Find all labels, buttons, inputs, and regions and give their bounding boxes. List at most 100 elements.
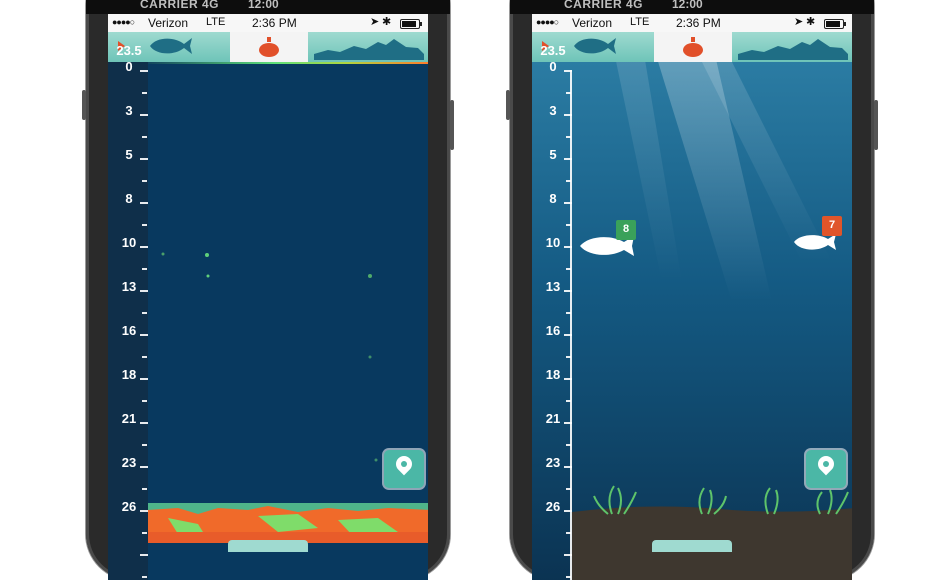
bottom-handle[interactable] [652, 540, 732, 552]
carrier-label: CARRIER 4G [564, 0, 644, 11]
scale-tick [140, 246, 148, 248]
phone-frame-left: CARRIER 4G 12:00 ●●●●○ Verizon LTE 2:36 … [82, 0, 454, 580]
scale-tick [142, 576, 147, 578]
app-screen-right: ●●●●○ Verizon LTE 2:36 PM ➤ ✱ 8 7 23.5 0… [532, 14, 852, 580]
status-bar: ●●●●○ Verizon LTE 2:36 PM ➤ ✱ [108, 14, 428, 32]
scale-tick [142, 312, 147, 314]
scale-tick [566, 576, 571, 578]
scale-tick [142, 136, 147, 138]
scale-tick [564, 246, 572, 248]
scale-tick [142, 444, 147, 446]
scale-tick [140, 158, 148, 160]
sonar-view-raw[interactable]: 23.5 0 3 5 8 10 13 16 18 21 23 26 [108, 44, 428, 580]
max-depth-label: 23.5 [540, 43, 566, 58]
scale-tick [140, 554, 148, 556]
location-icon: ➤ [794, 16, 804, 28]
status-time: 2:36 PM [252, 16, 297, 30]
carrier-label: CARRIER 4G [140, 0, 220, 11]
scale-tick [564, 114, 572, 116]
status-network: LTE [630, 16, 650, 28]
scale-tick [140, 334, 148, 336]
scale-tick [566, 488, 571, 490]
add-marker-button[interactable] [806, 450, 846, 488]
fish-depth-badge: 8 [616, 220, 636, 240]
scale-tick [140, 290, 148, 292]
scale-tick [142, 356, 147, 358]
carrier-bar: CARRIER 4G 12:00 [510, 0, 874, 14]
battery-icon [824, 19, 846, 29]
scale-tick [142, 92, 147, 94]
max-depth-label: 23.5 [116, 43, 142, 58]
status-time: 2:36 PM [676, 16, 721, 30]
scale-tick [564, 554, 572, 556]
volume-button [82, 90, 86, 120]
scale-tick [566, 136, 571, 138]
scale-tick [140, 202, 148, 204]
tab-deeper-device[interactable] [230, 32, 308, 62]
tab-deeper-device[interactable] [654, 32, 732, 62]
signal-icon: ●●●●○ [112, 17, 135, 27]
scale-tick [564, 70, 572, 72]
depth-scale: 23.5 0 3 5 8 10 13 16 18 21 23 26 [108, 44, 148, 580]
location-icon: ➤ [370, 16, 380, 28]
scale-tick [566, 312, 571, 314]
status-bar: ●●●●○ Verizon LTE 2:36 PM ➤ ✱ [532, 14, 852, 32]
status-carrier: Verizon [572, 16, 613, 30]
scale-tick [140, 378, 148, 380]
power-button [450, 100, 454, 150]
location-pin-icon [392, 452, 416, 476]
scale-tick [566, 180, 571, 182]
location-pin-icon [814, 452, 838, 476]
scale-tick [140, 114, 148, 116]
bluetooth-icon: ✱ [382, 16, 392, 28]
scale-tick [564, 510, 572, 512]
scale-tick [566, 224, 571, 226]
scale-tick [566, 268, 571, 270]
sonar-drop-icon [259, 37, 279, 57]
sonar-view-fish[interactable]: 8 7 23.5 0 3 5 8 10 13 16 18 21 23 26 [532, 44, 852, 580]
view-tabs [108, 32, 428, 62]
scale-tick [566, 400, 571, 402]
scale-tick [140, 422, 148, 424]
view-tabs [532, 32, 852, 62]
status-carrier: Verizon [148, 16, 189, 30]
scale-tick [564, 202, 572, 204]
signal-icon: ●●●●○ [536, 17, 559, 27]
carrier-time: 12:00 [248, 0, 279, 11]
scale-tick [140, 466, 148, 468]
power-button [874, 100, 878, 150]
carrier-time: 12:00 [672, 0, 703, 11]
fish-icon [150, 38, 192, 54]
scale-tick [142, 268, 147, 270]
volume-button [506, 90, 510, 120]
status-network: LTE [206, 16, 226, 28]
tab-bottom-profile[interactable] [308, 32, 428, 62]
fish-depth-badge: 7 [822, 216, 842, 236]
scale-tick [564, 466, 572, 468]
bluetooth-icon: ✱ [806, 16, 816, 28]
phone-frame-right: CARRIER 4G 12:00 ●●●●○ Verizon LTE 2:36 … [506, 0, 878, 580]
scale-tick [566, 444, 571, 446]
app-screen-left: ●●●●○ Verizon LTE 2:36 PM ➤ ✱ 23.5 0 3 5… [108, 14, 428, 580]
scale-tick [566, 356, 571, 358]
scale-tick [564, 158, 572, 160]
scale-tick [564, 378, 572, 380]
underwater-scene [532, 62, 852, 580]
depth-scale: 23.5 0 3 5 8 10 13 16 18 21 23 26 [532, 44, 572, 580]
tab-bottom-profile[interactable] [732, 32, 852, 62]
sonar-display [108, 62, 428, 580]
scale-tick [142, 400, 147, 402]
scale-tick [566, 92, 571, 94]
terrain-icon [738, 39, 848, 60]
terrain-icon [314, 39, 424, 60]
sonar-drop-icon [683, 37, 703, 57]
carrier-bar: CARRIER 4G 12:00 [86, 0, 450, 14]
scale-tick [564, 290, 572, 292]
bottom-handle[interactable] [228, 540, 308, 552]
fish-icon [574, 38, 616, 54]
add-marker-button[interactable] [384, 450, 424, 488]
scale-tick [564, 422, 572, 424]
battery-icon [400, 19, 422, 29]
scale-tick [142, 180, 147, 182]
scale-tick [140, 510, 148, 512]
